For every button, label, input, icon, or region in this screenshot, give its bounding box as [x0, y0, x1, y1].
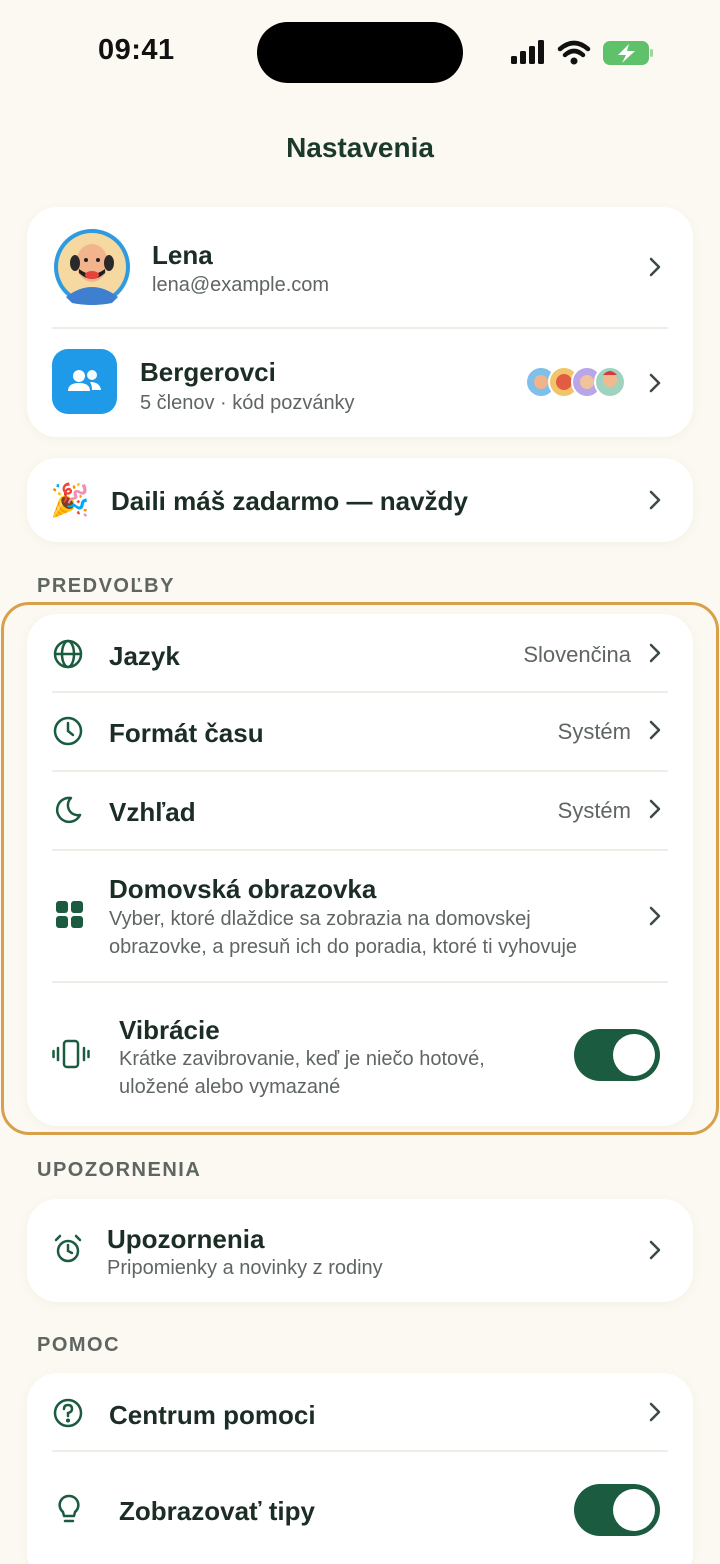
- status-icons: [508, 36, 658, 70]
- toggle-knob: [613, 1034, 655, 1076]
- party-popper-icon: 🎉: [50, 482, 90, 518]
- profile-email: lena@example.com: [152, 274, 330, 296]
- time-format-row[interactable]: Formát času Systém: [27, 693, 693, 770]
- grid-tiles-icon: [56, 901, 84, 934]
- haptics-row: Vibrácie Krátke zavibrovanie, keď je nie…: [27, 983, 693, 1126]
- home-screen-label: Domovská obrazovka: [109, 874, 377, 904]
- time-format-value: Systém: [557, 719, 631, 744]
- family-name: Bergerovci: [140, 357, 276, 387]
- globe-icon: [52, 638, 84, 675]
- section-label-help: POMOC: [37, 1334, 121, 1356]
- family-row[interactable]: Bergerovci 5 členov · kód pozvánky: [27, 329, 693, 437]
- alarm-clock-icon: [53, 1234, 83, 1269]
- preferences-card: Jazyk Slovenčina Formát času Systém Vzhľ…: [27, 614, 693, 1126]
- notifications-card: Upozornenia Pripomienky a novinky z rodi…: [27, 1199, 693, 1302]
- chevron-right-icon: [647, 1238, 663, 1262]
- appearance-row[interactable]: Vzhľad Systém: [27, 772, 693, 849]
- show-tips-row: Zobrazovať tipy: [27, 1452, 693, 1564]
- chevron-right-icon: [647, 488, 663, 512]
- language-row[interactable]: Jazyk Slovenčina: [27, 614, 693, 691]
- notifications-label: Upozornenia: [107, 1224, 265, 1254]
- haptics-description-line2: uložené alebo vymazané: [119, 1076, 341, 1098]
- chevron-right-icon: [647, 718, 663, 742]
- haptics-label: Vibrácie: [119, 1015, 220, 1045]
- promo-label: Daili máš zadarmo — navždy: [111, 486, 468, 516]
- show-tips-toggle[interactable]: [574, 1484, 660, 1536]
- appearance-value: Systém: [557, 798, 631, 823]
- clock-icon: [52, 715, 84, 752]
- language-value: Slovenčina: [523, 642, 631, 667]
- chevron-right-icon: [647, 904, 663, 928]
- status-bar: 09:41: [0, 0, 720, 110]
- haptics-toggle[interactable]: [574, 1029, 660, 1081]
- help-center-label: Centrum pomoci: [109, 1400, 316, 1430]
- chevron-right-icon: [647, 797, 663, 821]
- chevron-right-icon: [647, 371, 663, 395]
- section-label-notifications: UPOZORNENIA: [37, 1159, 202, 1181]
- home-screen-row[interactable]: Domovská obrazovka Vyber, ktoré dlaždice…: [27, 851, 693, 981]
- notifications-row[interactable]: Upozornenia Pripomienky a novinky z rodi…: [27, 1199, 693, 1302]
- toggle-knob: [613, 1489, 655, 1531]
- family-group-icon: [52, 349, 117, 414]
- time-format-label: Formát času: [109, 718, 264, 748]
- page-title: Nastavenia: [286, 132, 434, 163]
- home-screen-description-line2: obrazovke, a presuň ich do poradia, ktor…: [109, 936, 578, 958]
- chevron-right-icon: [647, 255, 663, 279]
- help-card: Centrum pomoci Zobrazovať tipy: [27, 1373, 693, 1564]
- language-label: Jazyk: [109, 641, 180, 671]
- haptics-description-line1: Krátke zavibrovanie, keď je niečo hotové…: [119, 1048, 485, 1070]
- help-circle-icon: [52, 1397, 84, 1434]
- section-label-preferences: PREDVOĽBY: [37, 575, 175, 597]
- family-member-avatars: [524, 365, 630, 399]
- lightbulb-icon: [57, 1494, 81, 1531]
- show-tips-label: Zobrazovať tipy: [119, 1496, 315, 1526]
- chevron-right-icon: [647, 641, 663, 665]
- avatar: [52, 227, 132, 307]
- dynamic-island: [257, 22, 463, 83]
- help-center-row[interactable]: Centrum pomoci: [27, 1373, 693, 1450]
- notifications-description: Pripomienky a novinky z rodiny: [107, 1257, 383, 1279]
- family-subtitle: 5 členov · kód pozvánky: [140, 392, 355, 414]
- vibration-icon: [52, 1039, 90, 1074]
- appearance-label: Vzhľad: [109, 797, 196, 827]
- moon-icon: [52, 794, 84, 831]
- promo-card[interactable]: 🎉 Daili máš zadarmo — navždy: [27, 458, 693, 542]
- profile-name: Lena: [152, 240, 213, 270]
- wifi-icon: [557, 40, 591, 58]
- home-screen-description-line1: Vyber, ktoré dlaždice sa zobrazia na dom…: [109, 908, 531, 930]
- account-card: Lena lena@example.com Bergerovci 5 členo…: [27, 207, 693, 437]
- chevron-right-icon: [647, 1400, 663, 1424]
- battery-charging-icon: [603, 41, 653, 65]
- profile-row[interactable]: Lena lena@example.com: [27, 207, 693, 327]
- status-time: 09:41: [98, 34, 175, 66]
- signal-icon: [511, 40, 544, 64]
